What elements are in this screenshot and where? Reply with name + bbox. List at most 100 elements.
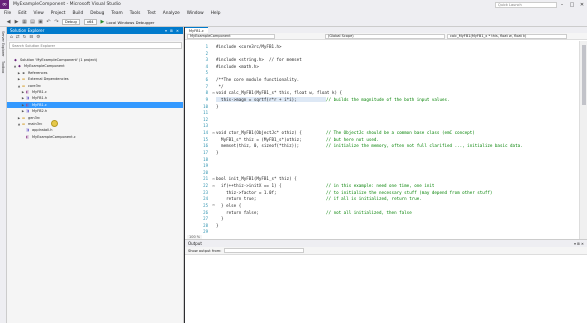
back-icon[interactable]: ◀ bbox=[6, 19, 11, 25]
scrollbar-thumb[interactable] bbox=[582, 45, 586, 105]
tree-item[interactable]: ▶ ◨ MyFB2.h bbox=[7, 108, 183, 114]
code-text: */ bbox=[216, 83, 224, 89]
output-text-area[interactable] bbox=[185, 254, 587, 323]
code-line[interactable]: 9 this->magn = sqrtf(r*r + i*i);// build… bbox=[185, 96, 577, 102]
code-line[interactable]: 21 ⊟ bool init_MyFB1(MyFB1_s* thiz) { bbox=[185, 176, 577, 181]
code-line[interactable]: 6 /**The core module functionality. bbox=[185, 77, 577, 82]
code-line[interactable]: 12 bbox=[185, 117, 577, 122]
folder-icon: ▬ bbox=[21, 83, 26, 88]
code-line[interactable]: 7 */ bbox=[185, 84, 577, 89]
side-tab-server-explorer[interactable]: Server Explorer bbox=[1, 31, 5, 57]
line-number: 12 bbox=[203, 116, 208, 122]
tree-item[interactable]: ▲ ▬ core3rc bbox=[7, 83, 183, 89]
menu-debug[interactable]: Debug bbox=[90, 11, 104, 16]
tree-item-label: MyExampleComponent bbox=[24, 64, 65, 69]
code-line[interactable]: 25 ⊟ } else { bbox=[185, 203, 577, 208]
tree-item[interactable]: ▶ ◧ MyFB1.c bbox=[7, 89, 183, 95]
nav-function-select[interactable]: calc_MyFB1(MyFB1_x * this, float w, floa… bbox=[447, 33, 567, 39]
tree-item[interactable]: ▶ ▬ gen3rc bbox=[7, 115, 183, 121]
tree-item[interactable]: ◆ Solution 'MyExampleComponent' (1 projec… bbox=[7, 57, 183, 63]
tree-item[interactable]: ▶ ◧ MyFB1.c bbox=[7, 101, 183, 108]
tree-item[interactable]: ▲ ▬ main3rc bbox=[7, 121, 183, 127]
quick-launch-input[interactable] bbox=[495, 1, 557, 8]
code-line[interactable]: 19 bbox=[185, 163, 577, 168]
tree-item[interactable]: ▲ ◆ MyExampleComponent bbox=[7, 63, 183, 69]
redo-icon[interactable]: ↷ bbox=[54, 19, 59, 25]
properties-icon[interactable]: ⚙ bbox=[36, 35, 40, 40]
code-line[interactable]: 5 bbox=[185, 70, 577, 75]
menu-analyze[interactable]: Analyze bbox=[163, 11, 180, 16]
menu-project[interactable]: Project bbox=[51, 11, 66, 16]
menu-view[interactable]: View bbox=[34, 11, 44, 16]
start-debug-button[interactable]: Local Windows Debugger bbox=[106, 20, 154, 25]
code-line[interactable]: 26 return false; // not all initialized, … bbox=[185, 210, 577, 215]
code-line[interactable]: 17} bbox=[185, 150, 577, 155]
sync-icon[interactable]: ⇄ bbox=[16, 35, 20, 40]
side-tab-toolbox[interactable]: Toolbox bbox=[1, 61, 5, 73]
menu-edit[interactable]: Edit bbox=[18, 11, 26, 16]
menu-team[interactable]: Team bbox=[111, 11, 122, 16]
solution-search-input[interactable] bbox=[9, 42, 182, 49]
tree-item[interactable]: ▶ ▬ External Dependencies bbox=[7, 76, 183, 82]
folder-icon: ▬ bbox=[21, 77, 26, 82]
code-line[interactable]: 18 bbox=[185, 157, 577, 162]
code-line[interactable]: 14 ⊟ void ctor_MyFB1(ObjectJc* othiz) {// … bbox=[185, 130, 577, 135]
forward-icon[interactable]: ▶ bbox=[14, 19, 19, 25]
menu-build[interactable]: Build bbox=[72, 11, 83, 16]
tree-item[interactable]: ▶ ▪ References bbox=[7, 70, 183, 76]
code-line[interactable]: 8 ⊟ void calc_MyFB1(MyFB1_s* this, float w… bbox=[185, 90, 577, 95]
code-line[interactable]: 22 ⊟ if(++thiz->initX == 1) {// in this e… bbox=[185, 183, 577, 188]
start-debug-icon[interactable]: ▶ bbox=[101, 19, 105, 25]
menu-help[interactable]: Help bbox=[211, 11, 221, 16]
code-line[interactable]: 23 thiz->factor = 1.0f; // to initialize … bbox=[185, 190, 577, 195]
code-line[interactable]: 2 bbox=[185, 51, 577, 56]
code-line[interactable]: 13 bbox=[185, 123, 577, 128]
code-line[interactable]: 16 memset(thiz, 0, sizeof(*thiz)); // ini… bbox=[185, 143, 577, 148]
output-source-select[interactable] bbox=[224, 248, 305, 253]
platform-select[interactable]: x64 bbox=[83, 19, 97, 25]
vertical-scrollbar[interactable] bbox=[579, 41, 587, 239]
code-comment: // but here not used. bbox=[326, 136, 379, 142]
refresh-icon[interactable]: ↻ bbox=[23, 35, 27, 40]
minimize-icon[interactable]: – bbox=[557, 2, 567, 8]
collapse-all-icon[interactable]: ⊟ bbox=[29, 35, 33, 40]
new-project-icon[interactable]: ▦ bbox=[22, 19, 27, 25]
tree-item[interactable]: ▶ ◨ MyFB1.h bbox=[7, 95, 183, 101]
code-line[interactable]: 4 #include <math.h> bbox=[185, 64, 577, 69]
window-title: MyExampleComponent - Microsoft Visual St… bbox=[13, 2, 121, 7]
code-line[interactable]: 15 MyFB1_s* thiz = (MyFB1_s*)othiz; // bu… bbox=[185, 137, 577, 142]
code-text-area[interactable]: 1 #include <core3rc/MyFB1.h> 2 3 #include <s… bbox=[185, 41, 587, 239]
code-line[interactable]: 24 return true; // if all is initialized,… bbox=[185, 196, 577, 201]
code-line[interactable]: 10} bbox=[185, 104, 577, 109]
maximize-icon[interactable]: □ bbox=[567, 2, 577, 8]
line-number: 8 bbox=[205, 90, 208, 96]
open-icon[interactable]: ▤ bbox=[30, 19, 35, 25]
code-line[interactable]: 1 #include <core3rc/MyFB1.h> bbox=[185, 44, 577, 49]
nav-scope-select[interactable]: (Global Scope) bbox=[325, 33, 445, 39]
output-window-controls-icon[interactable]: ▾ ⊞ ✕ bbox=[574, 242, 584, 246]
code-line[interactable]: 29 bbox=[185, 229, 577, 234]
tree-item[interactable]: ◧ MyExampleComponent.c bbox=[7, 134, 183, 140]
nav-project-select[interactable]: MyExampleComponent bbox=[187, 33, 275, 39]
solution-explorer-toolbar: ⌂ ⇄ ↻ ⊟ ⚙ bbox=[7, 34, 183, 41]
menu-test[interactable]: Test bbox=[147, 11, 155, 16]
code-line[interactable]: 3 #include <string.h> // for memset bbox=[185, 57, 577, 62]
code-line[interactable]: 11 bbox=[185, 110, 577, 115]
code-line[interactable]: 20 bbox=[185, 170, 577, 175]
tab-myfb1-c[interactable]: MyFB1.c bbox=[185, 27, 208, 33]
undo-icon[interactable]: ↶ bbox=[46, 19, 51, 25]
tree-item[interactable]: ◨ appInstall.h bbox=[7, 127, 183, 133]
configuration-select[interactable]: Debug bbox=[62, 19, 80, 25]
close-icon[interactable]: ✕ bbox=[577, 2, 587, 8]
code-comment: // builds the magnitude of the both inpu… bbox=[326, 96, 450, 102]
home-icon[interactable]: ⌂ bbox=[10, 35, 13, 40]
code-text: void calc_MyFB1(MyFB1_s* this, float w, … bbox=[216, 90, 343, 96]
menu-window[interactable]: Window bbox=[187, 11, 204, 16]
code-line[interactable]: 27 } bbox=[185, 216, 577, 221]
menu-file[interactable]: File bbox=[4, 11, 11, 16]
save-icon[interactable]: ▣ bbox=[38, 19, 43, 25]
pin-icon[interactable]: ▾ ⊞ ✕ bbox=[165, 29, 180, 33]
code-line[interactable]: 28} bbox=[185, 223, 577, 228]
menu-tools[interactable]: Tools bbox=[130, 11, 141, 16]
line-number: 27 bbox=[203, 216, 208, 222]
